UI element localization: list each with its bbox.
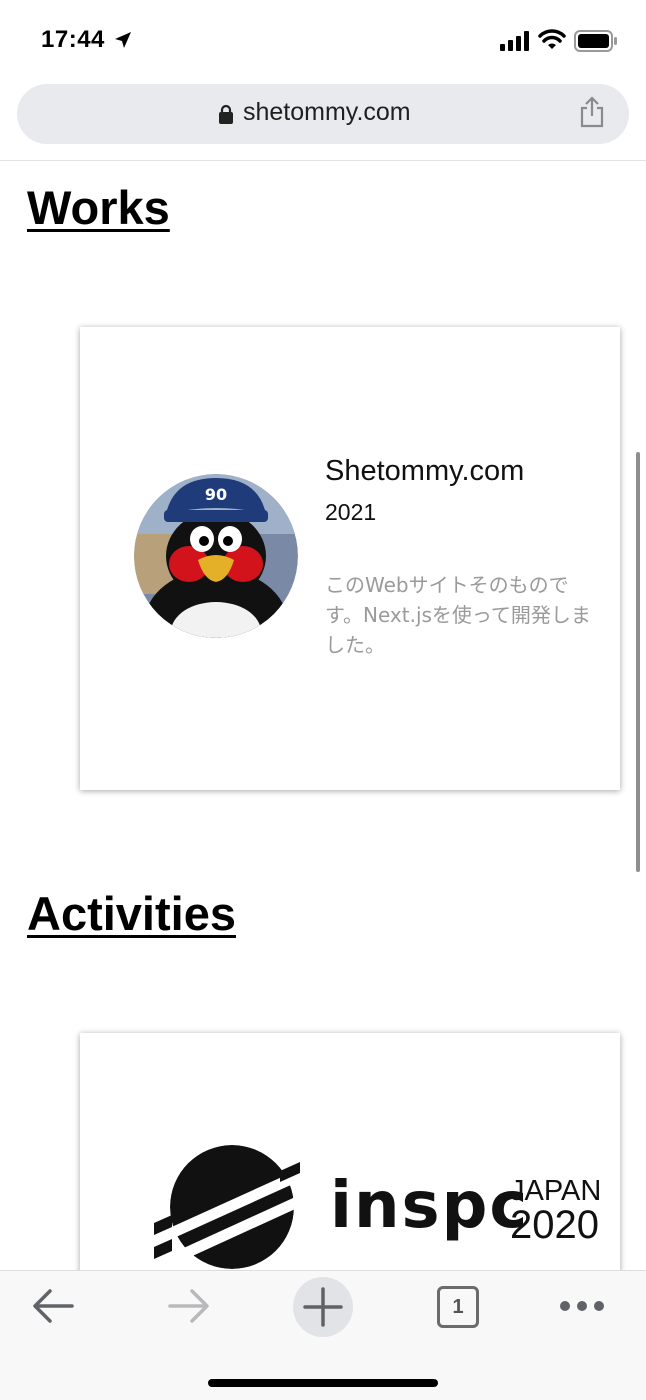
svg-text:90: 90: [205, 485, 227, 504]
page-scrollbar[interactable]: [636, 452, 640, 872]
new-tab-button[interactable]: [293, 1277, 353, 1337]
url-text[interactable]: shetommy.com: [243, 98, 411, 127]
activities-heading: Activities: [27, 887, 236, 940]
home-indicator[interactable]: [208, 1379, 438, 1387]
work-title[interactable]: Shetommy.com: [325, 455, 524, 488]
status-bar: 17:44: [0, 0, 646, 82]
lock-icon: [219, 104, 233, 124]
inspc-logo-text: inspc: [330, 1169, 530, 1243]
inspc-logo-icon: [154, 1145, 304, 1269]
share-icon[interactable]: [579, 96, 605, 128]
plus-icon: [303, 1287, 343, 1327]
battery-icon: [574, 30, 617, 52]
inspc-logo-year: 2020: [510, 1203, 599, 1247]
wifi-icon: [538, 29, 566, 49]
work-year: 2021: [325, 499, 377, 525]
status-time: 17:44: [41, 26, 105, 53]
works-heading: Works: [27, 181, 170, 234]
penguin-mascot-avatar: 90: [134, 474, 298, 638]
location-arrow-icon: [115, 32, 131, 48]
more-icon[interactable]: [558, 1296, 606, 1316]
signal-icon: [500, 31, 529, 51]
work-description: このWebサイトそのものです。Next.jsを使って開発しました。: [325, 573, 591, 657]
back-arrow-icon[interactable]: [30, 1286, 76, 1326]
address-bar-divider: [0, 160, 646, 161]
forward-arrow-icon[interactable]: [166, 1286, 212, 1326]
tabs-icon[interactable]: 1: [437, 1286, 479, 1328]
work-card[interactable]: 90 Shetommy.com 2021 このWebサイトそのものです。Next…: [80, 327, 620, 790]
